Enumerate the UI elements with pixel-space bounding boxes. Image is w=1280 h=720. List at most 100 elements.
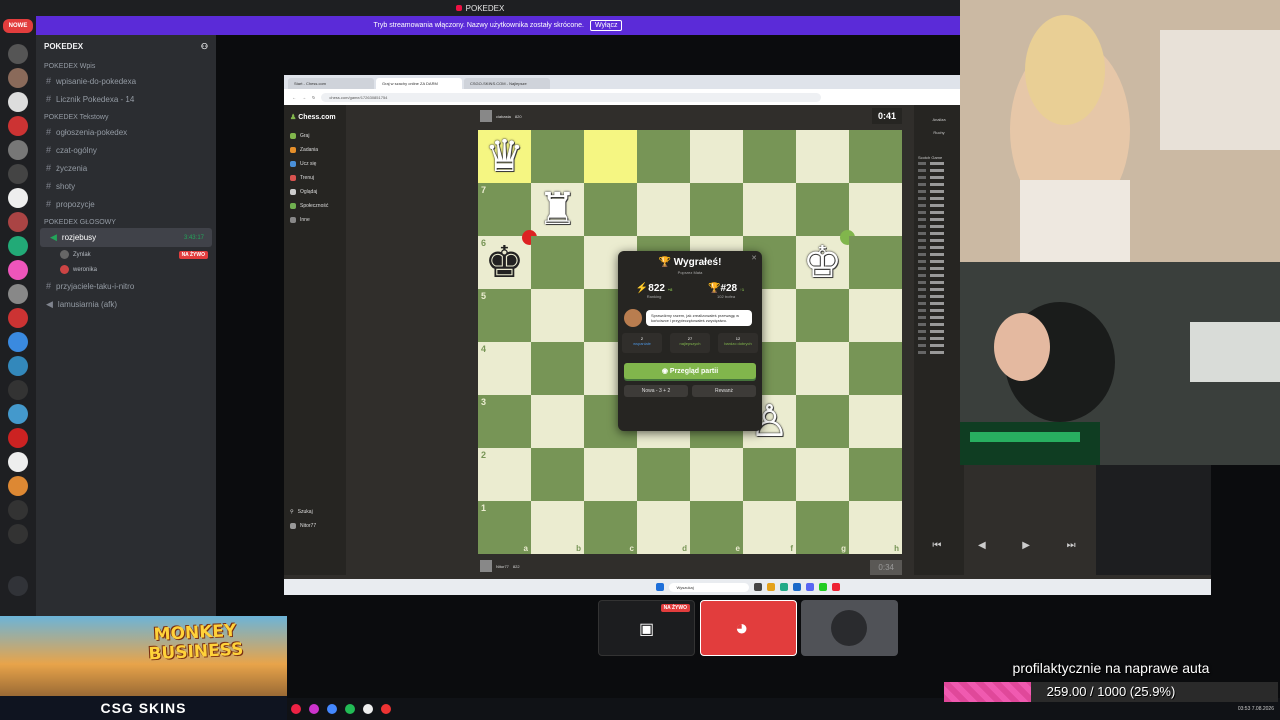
voice-channel-active[interactable]: ◀ rozjebusy 3:43:17 — [40, 228, 212, 247]
board-square[interactable] — [584, 448, 637, 501]
app-icon[interactable] — [831, 583, 840, 591]
app-icon[interactable] — [327, 704, 337, 714]
server-icon[interactable] — [8, 356, 28, 376]
board-square[interactable]: g — [796, 501, 849, 554]
board-square[interactable] — [849, 395, 902, 448]
app-icon[interactable] — [291, 704, 301, 714]
board-square[interactable] — [796, 289, 849, 342]
steam-icon[interactable] — [792, 583, 801, 591]
app-icon[interactable] — [309, 704, 319, 714]
next-move-icon[interactable]: ▶ — [1022, 540, 1030, 551]
voice-user[interactable]: weronika — [36, 262, 216, 277]
move-row[interactable] — [914, 223, 964, 230]
url-field[interactable]: chess.com/game/172630851754 — [321, 92, 822, 102]
server-icon[interactable] — [8, 428, 28, 448]
board-square[interactable]: ♜ — [531, 183, 584, 236]
move-row[interactable] — [914, 279, 964, 286]
board-square[interactable] — [637, 183, 690, 236]
new-game-button[interactable]: Nowa - 3 + 2 — [624, 385, 688, 397]
nav-learn[interactable]: Ucz się — [284, 157, 346, 171]
move-row[interactable] — [914, 181, 964, 188]
board-square[interactable]: e — [690, 501, 743, 554]
server-icon[interactable] — [8, 500, 28, 520]
channel-item[interactable]: # ogłoszenia-pokedex — [36, 123, 216, 141]
move-row[interactable] — [914, 265, 964, 272]
board-square[interactable]: ♚ — [796, 230, 855, 289]
start-icon[interactable] — [655, 583, 664, 591]
server-icon[interactable] — [8, 308, 28, 328]
board-square[interactable] — [796, 342, 849, 395]
prev-move-icon[interactable]: ◀ — [978, 540, 986, 551]
category-glosowy[interactable]: POKEDEX GŁOSOWY — [36, 213, 216, 228]
server-icon[interactable] — [8, 404, 28, 424]
move-row[interactable] — [914, 335, 964, 342]
board-square[interactable] — [531, 236, 584, 289]
server-icon[interactable] — [8, 212, 28, 232]
move-row[interactable] — [914, 342, 964, 349]
folder-icon[interactable] — [766, 583, 775, 591]
board-square[interactable] — [584, 183, 637, 236]
board-square[interactable]: b — [531, 501, 584, 554]
move-row[interactable] — [914, 174, 964, 181]
nav-social[interactable]: Społeczność — [284, 199, 346, 213]
board-square[interactable]: f — [743, 501, 796, 554]
chess-piece[interactable]: ♚ — [478, 236, 531, 289]
add-member-icon[interactable]: ⚇ — [201, 42, 208, 51]
channel-item[interactable]: # czat-ogólny — [36, 141, 216, 159]
move-row[interactable] — [914, 167, 964, 174]
move-row[interactable] — [914, 300, 964, 307]
channel-item[interactable]: # propozycje — [36, 195, 216, 213]
move-row[interactable] — [914, 258, 964, 265]
browser-tab[interactable]: CSGO-SKINS.COM - Najlepsze — [464, 78, 550, 89]
board-square[interactable]: c — [584, 501, 637, 554]
tab-moves[interactable]: Ruchy — [914, 122, 964, 135]
board-square[interactable]: 5 — [478, 289, 531, 342]
board-square[interactable] — [743, 448, 796, 501]
move-row[interactable] — [914, 293, 964, 300]
disable-streamer-mode-button[interactable]: Wyłącz — [589, 20, 623, 31]
board-square[interactable] — [743, 130, 796, 183]
board-square[interactable] — [531, 289, 584, 342]
server-icon[interactable] — [8, 524, 28, 544]
participant-tile-user[interactable] — [801, 600, 898, 656]
move-row[interactable] — [914, 328, 964, 335]
move-row[interactable] — [914, 237, 964, 244]
app-icon[interactable] — [363, 704, 373, 714]
server-icon[interactable] — [8, 188, 28, 208]
app-icon[interactable] — [345, 704, 355, 714]
app-icon[interactable] — [818, 583, 827, 591]
app-icon[interactable] — [753, 583, 762, 591]
nav-watch[interactable]: Oglądaj — [284, 185, 346, 199]
board-square[interactable]: 2 — [478, 448, 531, 501]
move-row[interactable] — [914, 160, 964, 167]
back-icon[interactable]: ← — [292, 95, 296, 100]
bottom-player-name[interactable]: Nitor77 — [496, 564, 509, 569]
channel-item[interactable]: ◀ lamusiarnia (afk) — [36, 295, 216, 314]
server-icon[interactable] — [8, 164, 28, 184]
channel-item[interactable]: # shoty — [36, 177, 216, 195]
chess-logo[interactable]: ♟ Chess.com — [284, 105, 346, 129]
move-row[interactable] — [914, 307, 964, 314]
board-square[interactable] — [849, 289, 902, 342]
board-square[interactable] — [690, 130, 743, 183]
server-icon[interactable] — [8, 68, 28, 88]
server-icon[interactable] — [8, 260, 28, 280]
chess-piece[interactable]: ♚ — [796, 236, 849, 289]
category-wpis[interactable]: POKEDEX Wpis — [36, 57, 216, 72]
move-row[interactable] — [914, 321, 964, 328]
first-move-icon[interactable]: ⏮ — [932, 540, 941, 551]
server-icon[interactable] — [8, 116, 28, 136]
server-icon[interactable] — [8, 236, 28, 256]
move-row[interactable] — [914, 209, 964, 216]
rematch-button[interactable]: Rewanż — [692, 385, 756, 397]
move-row[interactable] — [914, 251, 964, 258]
participant-tile-discord[interactable]: ◕ — [700, 600, 797, 656]
last-move-icon[interactable]: ⏭ — [1067, 540, 1076, 551]
board-square[interactable] — [637, 130, 690, 183]
server-icon[interactable] — [8, 92, 28, 112]
board-square[interactable] — [531, 342, 584, 395]
brave-icon[interactable] — [381, 704, 391, 714]
board-square[interactable]: d — [637, 501, 690, 554]
move-row[interactable] — [914, 188, 964, 195]
new-badge[interactable]: NOWE — [3, 19, 33, 33]
